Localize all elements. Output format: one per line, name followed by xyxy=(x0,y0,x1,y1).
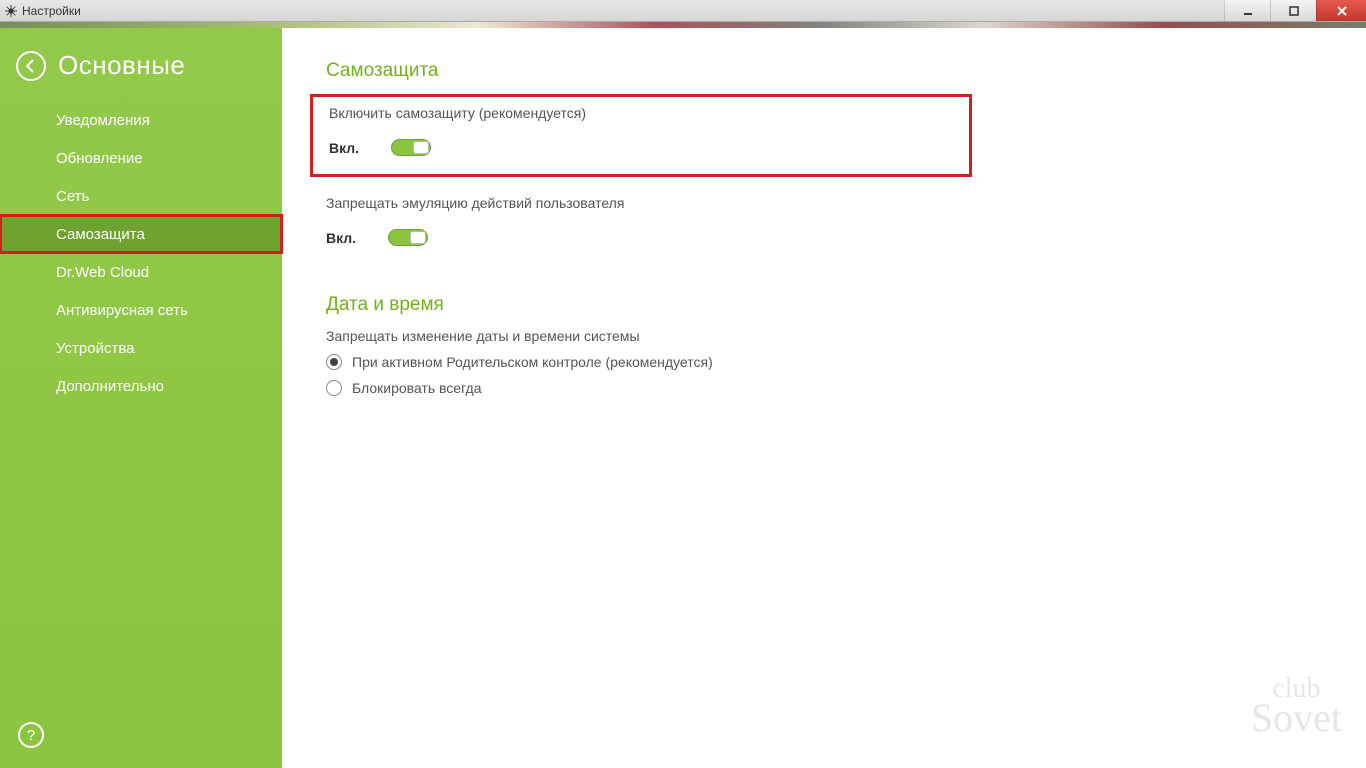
app-icon xyxy=(4,4,18,18)
help-button[interactable]: ? xyxy=(18,722,44,748)
radio-block-always[interactable] xyxy=(326,380,342,396)
section-title-self-protection: Самозащита xyxy=(326,60,1326,82)
sidebar: Основные Уведомления Обновление Сеть Сам… xyxy=(0,28,282,768)
sidebar-item-self-protection[interactable]: Самозащита xyxy=(0,215,282,253)
sidebar-title: Основные xyxy=(58,50,185,81)
sidebar-item-label: Уведомления xyxy=(56,112,150,129)
help-icon: ? xyxy=(27,727,35,744)
highlighted-option-box: Включить самозащиту (рекомендуется) Вкл. xyxy=(310,94,972,177)
radio-parental-control[interactable] xyxy=(326,354,342,370)
radio-block-always-label: Блокировать всегда xyxy=(352,380,482,396)
sidebar-item-label: Устройства xyxy=(56,340,134,357)
sidebar-nav: Уведомления Обновление Сеть Самозащита D… xyxy=(0,101,282,405)
sidebar-item-devices[interactable]: Устройства xyxy=(0,329,282,367)
sidebar-item-label: Сеть xyxy=(56,188,89,205)
toggle-state-label: Вкл. xyxy=(326,230,356,246)
radio-parental-control-label: При активном Родительском контроле (реко… xyxy=(352,354,713,370)
sidebar-item-drweb-cloud[interactable]: Dr.Web Cloud xyxy=(0,253,282,291)
sidebar-item-update[interactable]: Обновление xyxy=(0,139,282,177)
sidebar-item-antivirus-network[interactable]: Антивирусная сеть xyxy=(0,291,282,329)
toggle-enable-self-protection[interactable] xyxy=(391,139,431,156)
sidebar-item-label: Самозащита xyxy=(56,226,145,243)
toggle-state-label: Вкл. xyxy=(329,140,359,156)
sidebar-item-notifications[interactable]: Уведомления xyxy=(0,101,282,139)
option-block-emulation-label: Запрещать эмуляцию действий пользователя xyxy=(326,195,1326,211)
sidebar-item-label: Dr.Web Cloud xyxy=(56,264,149,281)
content-pane: Самозащита Включить самозащиту (рекоменд… xyxy=(282,28,1366,768)
option-enable-self-protection-label: Включить самозащиту (рекомендуется) xyxy=(329,105,709,121)
window-titlebar: Настройки xyxy=(0,0,1366,22)
toggle-block-emulation[interactable] xyxy=(388,229,428,246)
window-minimize-button[interactable] xyxy=(1224,0,1270,21)
window-title: Настройки xyxy=(22,4,81,18)
sidebar-item-additional[interactable]: Дополнительно xyxy=(0,367,282,405)
section-title-datetime: Дата и время xyxy=(326,294,1326,316)
sidebar-item-network[interactable]: Сеть xyxy=(0,177,282,215)
sidebar-item-label: Антивирусная сеть xyxy=(56,302,188,319)
window-close-button[interactable] xyxy=(1316,0,1366,21)
window-maximize-button[interactable] xyxy=(1270,0,1316,21)
back-button[interactable] xyxy=(16,51,46,81)
datetime-desc: Запрещать изменение даты и времени систе… xyxy=(326,328,1326,344)
sidebar-item-label: Обновление xyxy=(56,150,143,167)
sidebar-item-label: Дополнительно xyxy=(56,378,164,395)
